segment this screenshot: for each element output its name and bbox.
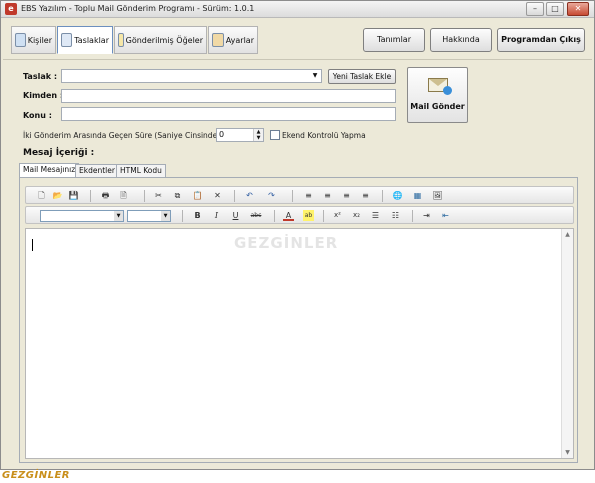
watermark: GEZGİNLER	[234, 234, 339, 252]
italic-icon[interactable]: I	[211, 210, 222, 221]
highlight-icon[interactable]: ab	[303, 210, 314, 221]
drafts-icon	[61, 33, 73, 47]
print-icon[interactable]: 🖶	[100, 190, 111, 201]
stepper-arrows-icon[interactable]: ▲ ▼	[253, 129, 263, 141]
ekend-checkbox[interactable]	[270, 130, 280, 140]
send-mail-button[interactable]: Mail Gönder	[407, 67, 468, 123]
delete-icon[interactable]: ✕	[212, 190, 223, 201]
tab-attachments[interactable]: Ekdentler	[75, 164, 119, 177]
tab-mail-message[interactable]: Mail Mesajınız	[19, 163, 80, 177]
minimize-button[interactable]: –	[526, 2, 544, 16]
tab-label: Ayarlar	[225, 35, 254, 45]
vertical-scrollbar[interactable]: ▲ ▼	[561, 229, 573, 458]
editor-toolbar-main: 🗋 📂 💾 🖶 🗎 ✂ ⧉ 📋 ✕ ↶ ↷ ≡ ≡ ≡ ≡ 🌐 ▦ 🖼	[25, 186, 574, 204]
insert-link-icon[interactable]: 🌐	[392, 190, 403, 201]
outdent-icon[interactable]: ⇤	[440, 210, 451, 221]
exit-button[interactable]: Programdan Çıkış	[497, 28, 585, 52]
tab-ayarlar[interactable]: Ayarlar	[208, 26, 258, 54]
undo-icon[interactable]: ↶	[244, 190, 255, 201]
scroll-down-icon[interactable]: ▼	[562, 447, 573, 458]
maximize-button[interactable]: □	[546, 2, 564, 16]
separator	[144, 190, 145, 202]
separator	[234, 190, 235, 202]
tab-label: Taslaklar	[74, 35, 109, 45]
message-editor[interactable]: GEZGİNLER ▲ ▼	[25, 228, 574, 459]
title-bar[interactable]: e EBS Yazılım - Toplu Mail Gönderim Prog…	[1, 1, 594, 18]
send-mail-label: Mail Gönder	[410, 102, 465, 111]
align-right-icon[interactable]: ≡	[341, 190, 352, 201]
kimden-field[interactable]	[61, 89, 396, 103]
taslak-label: Taslak :	[23, 72, 58, 81]
tab-label: Kişiler	[27, 35, 52, 45]
editor-toolbar-format: ▼ ▼ B I U abc A ab x² x₂ ☰ ☷ ⇥ ⇤	[25, 206, 574, 224]
corner-watermark: GEZGİNLER	[2, 470, 70, 481]
main-toolbar: Kişiler Taslaklar Gönderilmiş Öğeler Aya…	[3, 22, 592, 58]
font-size-select[interactable]: ▼	[127, 210, 171, 222]
separator	[292, 190, 293, 202]
delay-value: 0	[219, 130, 225, 139]
bullet-list-icon[interactable]: ☰	[370, 210, 381, 221]
kimden-label: Kimden :	[23, 91, 64, 100]
align-left-icon[interactable]: ≡	[303, 190, 314, 201]
superscript-icon[interactable]: x²	[332, 210, 343, 221]
tab-label: Gönderilmiş Öğeler	[125, 35, 203, 45]
save-icon[interactable]: 💾	[68, 190, 79, 201]
paste-icon[interactable]: 📋	[192, 190, 203, 201]
delay-stepper[interactable]: 0 ▲ ▼	[216, 128, 264, 142]
print-preview-icon[interactable]: 🗎	[118, 190, 129, 201]
redo-icon[interactable]: ↷	[266, 190, 277, 201]
delay-label: İki Gönderim Arasında Geçen Süre (Saniye…	[23, 131, 225, 140]
cut-icon[interactable]: ✂	[153, 190, 164, 201]
close-button[interactable]: ✕	[567, 2, 589, 16]
separator	[90, 190, 91, 202]
font-family-select[interactable]: ▼	[40, 210, 124, 222]
app-window: e EBS Yazılım - Toplu Mail Gönderim Prog…	[0, 0, 595, 470]
send-mail-icon	[428, 78, 452, 95]
tab-taslaklar[interactable]: Taslaklar	[57, 26, 113, 54]
app-logo-icon: e	[5, 3, 17, 15]
ekend-label: Ekend Kontrolü Yapma	[282, 131, 366, 140]
sent-items-icon	[118, 33, 124, 47]
align-center-icon[interactable]: ≡	[322, 190, 333, 201]
underline-icon[interactable]: U	[230, 210, 241, 221]
separator	[412, 210, 413, 222]
konu-label: Konu :	[23, 111, 52, 120]
justify-icon[interactable]: ≡	[360, 190, 371, 201]
settings-icon	[212, 33, 224, 47]
divider	[3, 59, 592, 60]
tanimlar-button[interactable]: Tanımlar	[363, 28, 425, 52]
scroll-up-icon[interactable]: ▲	[562, 229, 573, 240]
text-cursor	[32, 239, 33, 251]
indent-icon[interactable]: ⇥	[421, 210, 432, 221]
hakkinda-button[interactable]: Hakkında	[430, 28, 492, 52]
separator	[274, 210, 275, 222]
message-content-label: Mesaj İçeriği :	[23, 148, 95, 158]
new-draft-button[interactable]: Yeni Taslak Ekle	[328, 69, 396, 84]
chevron-down-icon[interactable]: ▼	[310, 71, 320, 81]
separator	[323, 210, 324, 222]
bold-icon[interactable]: B	[192, 210, 203, 221]
chevron-down-icon[interactable]: ▼	[161, 211, 170, 221]
font-color-icon[interactable]: A	[283, 210, 294, 221]
tab-gonderilmis[interactable]: Gönderilmiş Öğeler	[114, 26, 207, 54]
strikethrough-icon[interactable]: abc	[248, 210, 264, 221]
editor-panel: 🗋 📂 💾 🖶 🗎 ✂ ⧉ 📋 ✕ ↶ ↷ ≡ ≡ ≡ ≡ 🌐 ▦ 🖼 ▼ ▼ …	[19, 177, 578, 463]
insert-table-icon[interactable]: ▦	[412, 190, 423, 201]
window-title: EBS Yazılım - Toplu Mail Gönderim Progra…	[21, 4, 255, 13]
numbered-list-icon[interactable]: ☷	[390, 210, 401, 221]
separator	[182, 210, 183, 222]
chevron-down-icon[interactable]: ▼	[114, 211, 123, 221]
open-folder-icon[interactable]: 📂	[52, 190, 63, 201]
subscript-icon[interactable]: x₂	[351, 210, 362, 221]
separator	[382, 190, 383, 202]
contacts-icon	[15, 33, 26, 47]
insert-image-icon[interactable]: 🖼	[432, 190, 443, 201]
taslak-select[interactable]: ▼	[61, 69, 322, 83]
konu-field[interactable]	[61, 107, 396, 121]
tab-html-code[interactable]: HTML Kodu	[116, 164, 166, 177]
tab-kisiler[interactable]: Kişiler	[11, 26, 56, 54]
new-doc-icon[interactable]: 🗋	[36, 190, 47, 201]
copy-icon[interactable]: ⧉	[172, 190, 183, 201]
